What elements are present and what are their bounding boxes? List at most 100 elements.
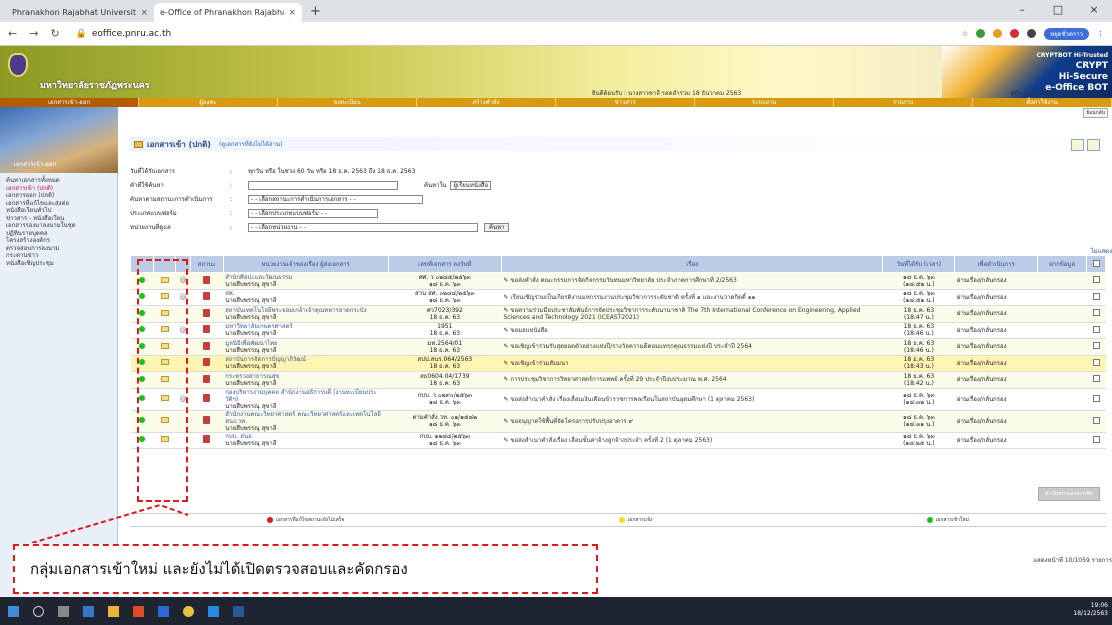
app-icon[interactable] <box>133 605 144 617</box>
unit-select[interactable]: - - เลือกหน่วยงาน - - <box>248 222 478 232</box>
table-row[interactable]: มูลนิธิเพื่อพัฒนาไทย นายสืบพรรณุ สุขาลี มท… <box>130 338 1106 356</box>
search-icon[interactable] <box>33 605 44 617</box>
pdf-icon[interactable] <box>203 435 211 444</box>
menu-item-6[interactable]: ระบบงาน <box>695 98 834 107</box>
type-select[interactable]: - - เลือกประเภทแบบฟอร์ม - - <box>248 208 378 218</box>
pdf-icon[interactable] <box>203 275 211 284</box>
menu-item-5[interactable]: ข่าวสาร <box>556 98 695 107</box>
pdf-icon[interactable] <box>203 325 211 334</box>
word-icon[interactable] <box>233 605 244 617</box>
row-checkbox[interactable] <box>1092 416 1100 424</box>
extensions-puzzle-icon[interactable] <box>1027 29 1037 38</box>
extension-icon[interactable] <box>1010 29 1020 38</box>
system-tray[interactable]: 19:06 18/12/2563 <box>1073 602 1108 618</box>
keyword-input[interactable] <box>248 180 398 190</box>
print-icon[interactable] <box>1087 139 1100 151</box>
close-tab-icon[interactable]: × <box>140 8 148 18</box>
extension-icon[interactable] <box>993 29 1003 38</box>
select-all-checkbox[interactable] <box>1092 259 1100 267</box>
app-icon[interactable] <box>83 605 94 617</box>
subject-link[interactable]: เรียนเชิญร่วมเป็นเกียรติงานมหกรรมงานประช… <box>510 294 755 301</box>
col-org[interactable]: หน่วยงานเจ้าของเรื่อง ผู้ส่งเอกสาร <box>222 255 389 273</box>
star-icon[interactable]: ☆ <box>962 30 968 38</box>
col-action[interactable]: เพื่อดำเนินการ <box>954 255 1038 273</box>
extension-icon[interactable] <box>976 29 986 38</box>
close-window-button[interactable]: × <box>1076 0 1112 20</box>
pdf-icon[interactable] <box>203 394 211 402</box>
pdf-icon[interactable] <box>203 374 211 383</box>
sidebar-item[interactable]: เอกสารออก (ปกติ) <box>6 192 113 200</box>
reload-icon[interactable]: ↻ <box>50 27 59 40</box>
row-checkbox[interactable] <box>1092 435 1100 443</box>
task-view-icon[interactable] <box>58 605 69 617</box>
process-documents-button[interactable]: ดำเนินการเอกสารเพิ่ม <box>1038 487 1100 501</box>
table-row[interactable]: สถาบันการจัดการปัญญาภิวัฒน์ นายสืบพรรณุ ส… <box>130 355 1106 372</box>
pdf-icon[interactable] <box>203 308 211 317</box>
menu-item-7[interactable]: รายงาน <box>834 98 973 107</box>
col-received[interactable]: วันที่ได้รับ (เวลา) <box>882 255 956 273</box>
folder-app-icon[interactable] <box>108 605 119 617</box>
row-checkbox[interactable] <box>1092 292 1100 300</box>
row-checkbox[interactable] <box>1092 358 1100 366</box>
col-docno[interactable]: เลขที่เอกสาร ลงวันที่ <box>387 255 502 273</box>
subject-link[interactable]: ขอส่งสำเนาคำสั่งเรื่อง เลื่อนขั้นค่าจ้าง… <box>510 437 712 444</box>
sidebar-item[interactable]: หนังสือเวียนทั่วไป <box>6 207 113 215</box>
subject-link[interactable]: ขออนุญาตใช้พื้นที่จัดโครงการปรับปรุงอาคา… <box>510 418 633 425</box>
table-row[interactable]: สถาบันเทคโนโลยีพระจอมเกล้าเจ้าคุณทหารลาด… <box>130 305 1106 323</box>
table-row[interactable]: กบบ. สนอ. นายสืบพรรณุ สุขาลี กบบ. ๑๒๘๔/๒๕๖… <box>130 432 1106 449</box>
app-icon[interactable] <box>208 605 219 617</box>
table-row[interactable]: @ สำนักศิลปะและวัฒนธรรม นายสืบพรรณุ สุขาลี… <box>130 272 1106 290</box>
menu-item-3[interactable]: ลงทะเบียน <box>278 98 417 107</box>
table-row[interactable]: สำนักงานคณะวิทยาศาสตร์ คณะวิทยาศาสตร์และ… <box>130 410 1106 433</box>
sidebar-item[interactable]: ปฏิทินรายบุคคล <box>6 230 113 238</box>
pdf-icon[interactable] <box>203 341 211 350</box>
table-row[interactable]: @ กองบริหารงานบุคคล สำนักงานอธิการบดี (งา… <box>130 388 1106 411</box>
subject-link[interactable]: ขอมอบหนังสือ <box>510 327 547 334</box>
subject-link[interactable]: ขอความร่วมมือประชาสัมพันธ์การจัดประชุมวิ… <box>503 307 860 321</box>
top-links[interactable]: คู่มือ ค้นหา ติดตามงาน ออกจากระบบ <box>1010 88 1108 98</box>
date-options[interactable]: ทุกวัน หรือ ในช่วง 60 วัน หรือ 18 ธ.ค. 2… <box>248 166 415 176</box>
url-field[interactable]: 🔒 eoffice.pnru.ac.th <box>76 29 172 39</box>
sidebar-item[interactable]: โครงสร้างองค์กร <box>6 237 113 245</box>
menu-item-8[interactable]: ตั้งค่าใช้งาน <box>973 98 1112 107</box>
minimize-button[interactable]: – <box>1004 0 1040 20</box>
browser-tab-2[interactable]: e-Office of Phranakhon Rajabha × <box>154 3 302 22</box>
pdf-icon[interactable] <box>203 358 211 367</box>
subject-link[interactable]: ขอเชิญเข้าร่วมสัมมนา <box>510 360 568 367</box>
status-select[interactable]: - - เลือกสถานะการดำเนินการเอกสาร - - <box>248 194 423 204</box>
windows-start-icon[interactable] <box>8 605 19 617</box>
table-row[interactable]: @ สศ. นายสืบพรรณุ สุขาลี สวน สศ. ๐๒๘๔/๒๕๖๓๑… <box>130 289 1106 306</box>
sidebar-item[interactable]: ข่าวสาร - หนังสือเวียน <box>6 215 113 223</box>
menu-dots-icon[interactable]: ⋮ <box>1097 30 1104 38</box>
col-subject[interactable]: เรื่อง <box>500 255 884 273</box>
refresh-icon[interactable] <box>1071 139 1084 151</box>
pdf-icon[interactable] <box>203 292 211 301</box>
back-icon[interactable]: ← <box>8 27 17 40</box>
search-field-select[interactable]: ผู้เรียนหนังสือ <box>450 180 492 190</box>
profile-button[interactable]: หยุดชั่วคราว <box>1044 27 1089 40</box>
close-tab-icon[interactable]: × <box>288 8 296 18</box>
subject-link[interactable]: ขอส่งสำเนาคำสั่ง เรื่องเลื่อนเงินเดือนข้… <box>510 396 754 403</box>
row-checkbox[interactable] <box>1092 394 1100 402</box>
subject-link[interactable]: การประชุมวิชาการวิทยาศาสตร์การแพทย์ ครั้… <box>510 376 726 383</box>
table-row[interactable]: กระทรวงสาธารณสุข นายสืบพรรณุ สุขาลี สธ0604… <box>130 371 1106 389</box>
table-row[interactable]: @ มหาวิทยาลัยเกษตรศาสตร์ นายสืบพรรณุ สุขาล… <box>130 322 1106 339</box>
sidebar-item[interactable]: ค้นหาเอกสารทั้งหมด <box>6 177 113 185</box>
pdf-icon[interactable] <box>203 416 211 424</box>
menu-item-4[interactable]: สร้างคำสั่ง <box>417 98 556 107</box>
maximize-button[interactable]: □ <box>1040 0 1076 20</box>
forward-icon[interactable]: → <box>29 27 38 40</box>
menu-item-2[interactable]: ผู้ลงทะ <box>139 98 278 107</box>
chrome-icon[interactable] <box>183 605 194 617</box>
back-link[interactable]: ย้อนกลับ <box>1083 108 1108 118</box>
search-button[interactable]: ค้นหา <box>484 222 510 232</box>
app-icon[interactable] <box>158 605 169 617</box>
menu-item-inout[interactable]: เอกสารเข้า-ออก <box>0 98 139 107</box>
browser-tab-1[interactable]: Phranakhon Rajabhat University × <box>6 3 154 22</box>
subject-link[interactable]: ขอส่งคำสั่ง คณะกรรมการจัดกิจกรรมวันทนมหา… <box>510 277 736 284</box>
row-checkbox[interactable] <box>1092 342 1100 350</box>
sidebar-item-active[interactable]: เอกสารเข้า (ปกติ) <box>6 185 113 193</box>
sidebar-item[interactable]: กระดานข่าว <box>6 252 113 260</box>
sidebar-item[interactable]: เอกสารที่แก้ไขและส่งต่อ <box>6 200 113 208</box>
row-checkbox[interactable] <box>1092 375 1100 383</box>
